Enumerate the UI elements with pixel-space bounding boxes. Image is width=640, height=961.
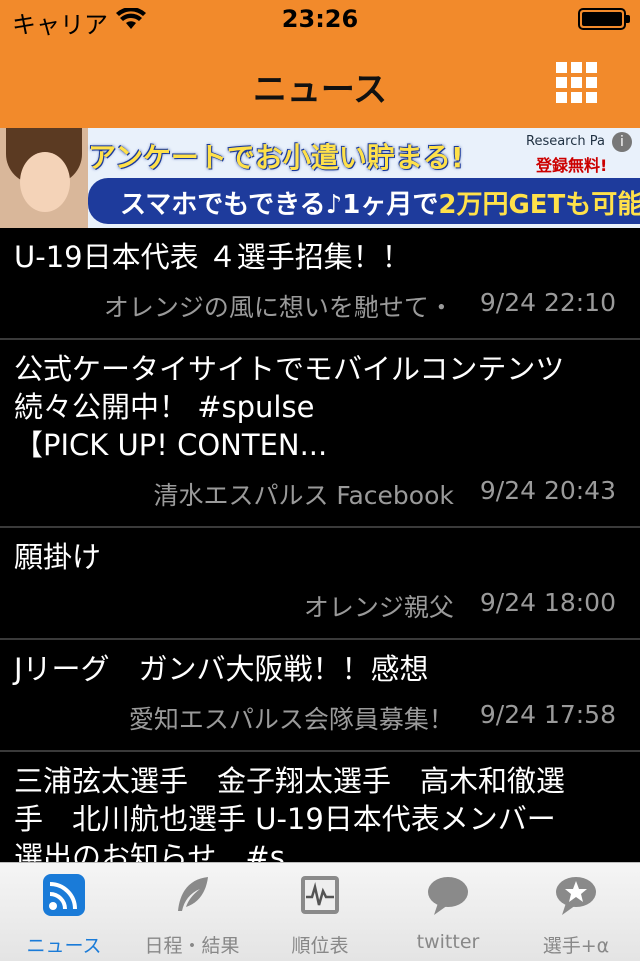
status-bar: キャリア 23:26 — [0, 0, 640, 40]
news-list[interactable]: U-19日本代表 ４選手招集！！ オレンジの風に想いを馳せて・ 9/24 22:… — [0, 228, 640, 862]
page-title: ニュース — [252, 70, 388, 110]
ad-banner[interactable]: アンケートでお小遣い貯まる! Research Pa 登録無料! i スマホでも… — [0, 128, 640, 228]
navigation-bar: ニュース — [0, 40, 640, 128]
ad-headline: アンケートでお小遣い貯まる! — [88, 141, 464, 174]
feather-icon — [178, 877, 208, 911]
tab-label: ニュース — [26, 935, 102, 957]
tab-schedule[interactable]: 日程・結果 — [128, 863, 256, 961]
news-title: 三浦弦太選手 金子翔太選手 高木和徹選 手 北川航也選手 U-19日本代表メンバ… — [14, 764, 566, 862]
tab-label: 選手+α — [542, 935, 610, 957]
tab-twitter[interactable]: twitter — [384, 863, 512, 961]
news-source: オレンジの風に想いを馳せて・ — [103, 293, 454, 322]
news-date: 9/24 22:10 — [479, 288, 616, 317]
news-source: オレンジ親父 — [303, 593, 454, 622]
news-item[interactable]: 願掛け オレンジ親父 9/24 18:00 — [0, 528, 640, 640]
news-meta: オレンジの風に想いを馳せて・ 9/24 22:10 — [0, 276, 640, 338]
ad-subline: スマホでもできる♪1ヶ月で2万円GETも可能♥ — [120, 184, 640, 221]
chart-icon — [301, 876, 339, 914]
news-date: 9/24 18:00 — [479, 588, 616, 617]
news-item[interactable]: 公式ケータイサイトでモバイルコンテンツ 続々公開中！ #spulse 【PICK… — [0, 340, 640, 528]
ad-info-icon[interactable]: i — [612, 132, 632, 152]
rss-icon — [43, 874, 85, 916]
clock: 23:26 — [281, 5, 359, 33]
ad-subline-a: スマホでもできる♪1ヶ月で — [120, 190, 439, 220]
news-date: 9/24 17:58 — [479, 700, 616, 729]
tab-players[interactable]: 選手+α — [512, 863, 640, 961]
star-bubble-icon — [556, 877, 596, 915]
news-item[interactable]: 三浦弦太選手 金子翔太選手 高木和徹選 手 北川航也選手 U-19日本代表メンバ… — [0, 752, 640, 862]
news-source: 愛知エスパルス会隊員募集！ — [128, 705, 454, 734]
tab-bar: ニュース 日程・結果 順位表 twitter 選手+α — [0, 862, 640, 961]
news-title: U-19日本代表 ４選手招集！！ — [14, 240, 411, 274]
battery-icon — [578, 8, 630, 30]
news-title: 願掛け — [14, 540, 102, 574]
news-item[interactable]: U-19日本代表 ４選手招集！！ オレンジの風に想いを馳せて・ 9/24 22:… — [0, 228, 640, 340]
ad-brand: Research Pa — [526, 134, 605, 149]
ad-register-label: 登録無料! — [536, 156, 608, 175]
news-title: Jリーグ ガンバ大阪戦！！感想 — [14, 652, 429, 686]
news-meta: オレンジ親父 9/24 18:00 — [0, 576, 640, 638]
ad-photo — [0, 128, 88, 228]
ad-subline-b: 2万円GETも可能♥ — [438, 190, 640, 220]
news-date: 9/24 20:43 — [479, 476, 616, 505]
news-item[interactable]: Jリーグ ガンバ大阪戦！！感想 愛知エスパルス会隊員募集！ 9/24 17:58 — [0, 640, 640, 752]
speech-bubble-icon — [428, 877, 468, 915]
news-meta: 清水エスパルス Facebook 9/24 20:43 — [0, 464, 640, 526]
tab-news[interactable]: ニュース — [0, 863, 128, 961]
news-source: 清水エスパルス Facebook — [153, 481, 454, 510]
tab-label: 日程・結果 — [144, 935, 240, 957]
tab-label: 順位表 — [291, 935, 349, 957]
tab-standings[interactable]: 順位表 — [256, 863, 384, 961]
news-title: 公式ケータイサイトでモバイルコンテンツ 続々公開中！ #spulse 【PICK… — [14, 352, 565, 462]
tab-label: twitter — [416, 931, 480, 953]
grid-icon[interactable] — [556, 62, 598, 104]
news-meta: 愛知エスパルス会隊員募集！ 9/24 17:58 — [0, 688, 640, 750]
